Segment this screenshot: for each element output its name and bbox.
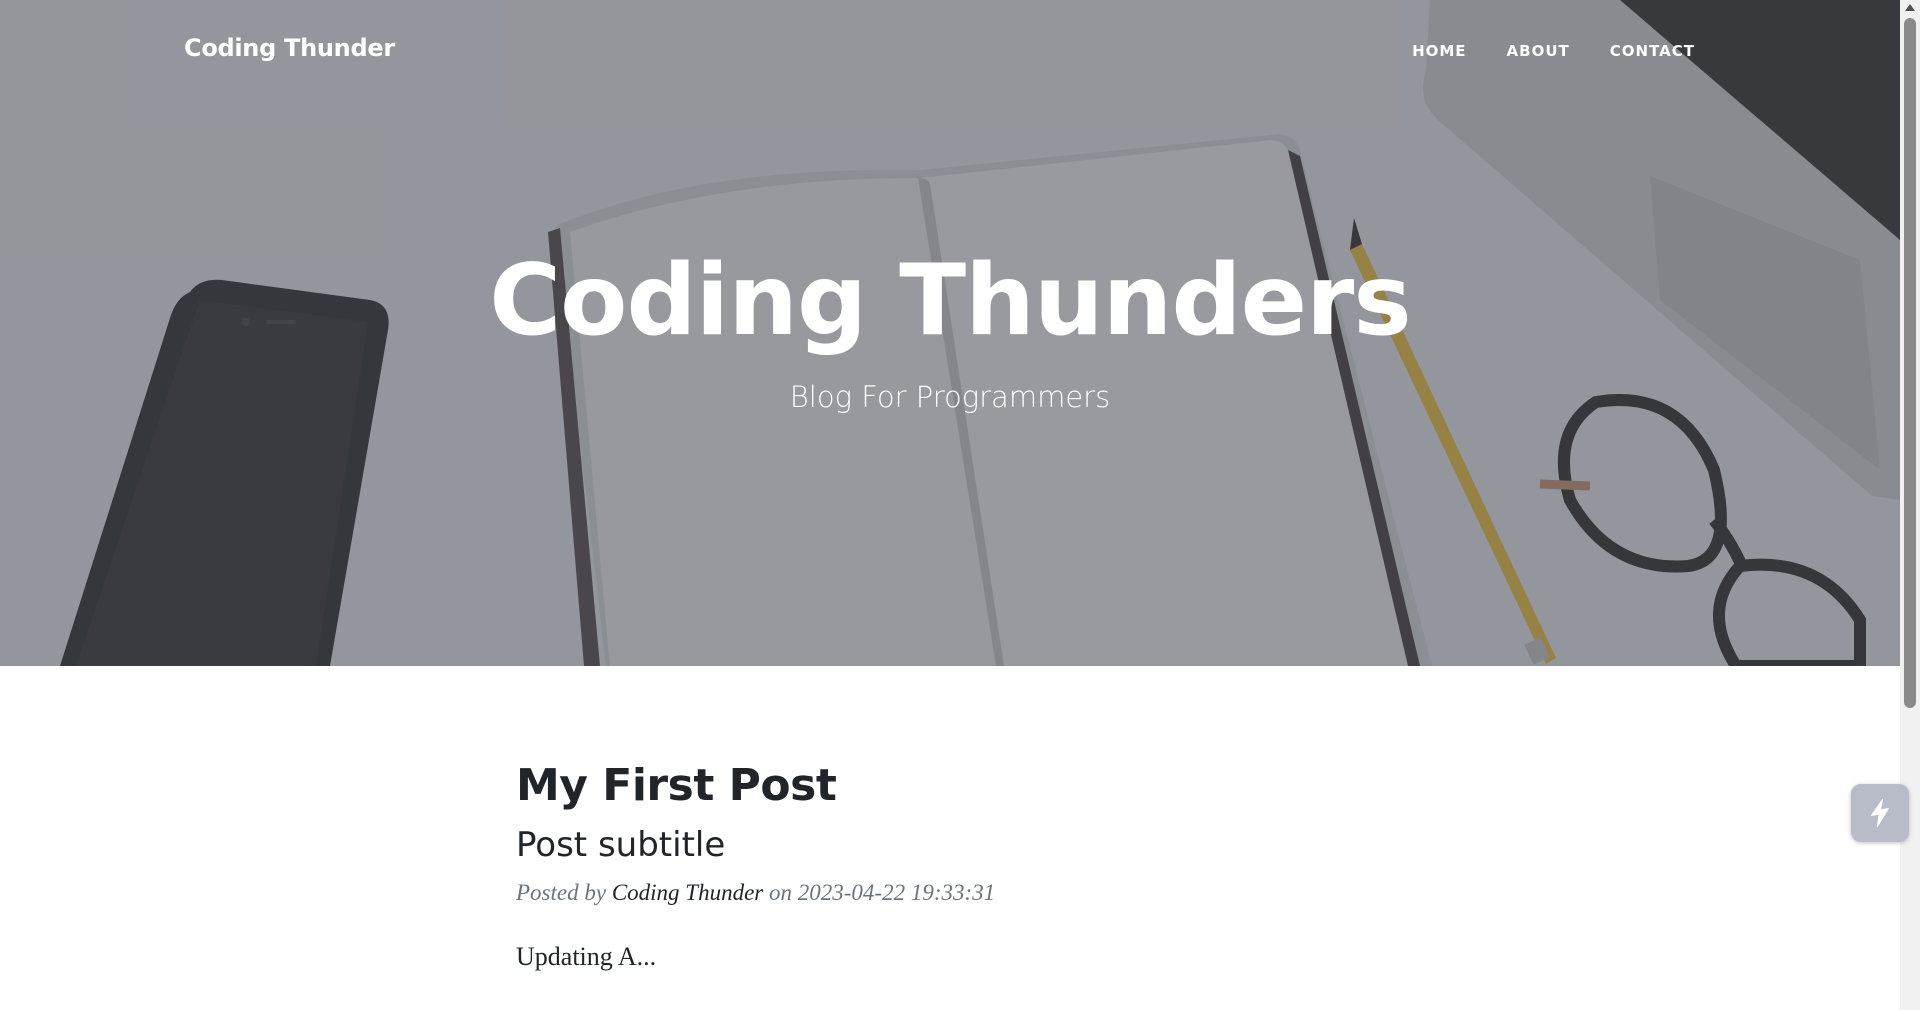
site-subheading: Blog For Programmers [789,380,1111,414]
vertical-scrollbar[interactable] [1900,0,1920,1010]
post-meta: Posted by Coding Thunder on 2023-04-22 1… [516,880,1416,906]
lightning-app-icon [1870,798,1889,828]
post-date: 2023-04-22 19:33:31 [797,879,996,905]
nav-links: HOME ABOUT CONTACT [1412,42,1695,60]
nav-link-about[interactable]: ABOUT [1507,42,1570,60]
main-navbar: Coding Thunder HOME ABOUT CONTACT [0,0,1900,104]
post-subtitle[interactable]: Post subtitle [516,825,1416,866]
scrollbar-thumb[interactable] [1904,18,1916,708]
post-meta-prefix: Posted by [516,879,607,905]
nav-link-contact[interactable]: CONTACT [1610,42,1695,60]
post-meta-on: on [769,879,792,905]
chevron-up-icon[interactable] [1905,4,1915,11]
navbar-brand[interactable]: Coding Thunder [184,34,395,62]
floating-extension-button[interactable] [1851,784,1909,842]
post-author-link[interactable]: Coding Thunder [612,880,763,905]
post-preview: My First Post Post subtitle Posted by Co… [516,760,1416,972]
post-title[interactable]: My First Post [516,760,1416,813]
site-heading: Coding Thunders [489,244,1411,358]
masthead: Coding Thunder HOME ABOUT CONTACT Coding… [0,0,1900,666]
nav-link-home[interactable]: HOME [1412,42,1466,60]
post-link[interactable]: My First Post Post subtitle [516,760,1416,866]
post-excerpt: Updating A... [516,941,657,971]
